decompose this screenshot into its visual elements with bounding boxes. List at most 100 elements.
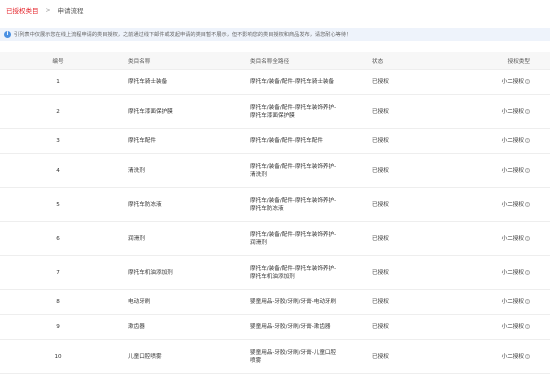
row-category-path: 摩托车/装备/配件-摩托车装饰养护- 摩托车机油添加剂 bbox=[250, 265, 360, 281]
row-category-path-line: 润滑剂 bbox=[250, 239, 267, 246]
row-auth-type-label: 小二授权 bbox=[501, 167, 524, 174]
table-row: 6 润滑剂 摩托车/装备/配件-摩托车装饰养护- 润滑剂 已授权 小二授权? bbox=[0, 222, 550, 256]
header-auth-type: 授权类型 bbox=[507, 58, 530, 65]
row-category-name: 润滑剂 bbox=[128, 235, 145, 242]
row-auth-type-label: 小二授权 bbox=[501, 201, 524, 208]
row-category-name: 摩托车机油添加剂 bbox=[128, 269, 173, 276]
row-category-name: 儿童口腔喷雾 bbox=[128, 353, 162, 360]
row-category-path-line: 摩托车防冻液 bbox=[250, 205, 284, 212]
row-auth-type-label: 小二授权 bbox=[501, 353, 524, 360]
row-category-name: 电动牙刷 bbox=[128, 299, 151, 305]
row-auth-type: 小二授权? bbox=[502, 201, 530, 209]
row-auth-type-label: 小二授权 bbox=[501, 235, 524, 242]
row-auth-type: 小二授权? bbox=[502, 353, 530, 361]
row-status: 已授权 bbox=[372, 299, 389, 305]
row-auth-type: 小二授权? bbox=[502, 167, 530, 175]
row-index: 8 bbox=[56, 299, 60, 305]
row-status: 已授权 bbox=[372, 235, 389, 242]
row-status: 已授权 bbox=[372, 324, 389, 330]
row-auth-type-label: 小二授权 bbox=[501, 299, 524, 305]
table-row: 10 儿童口腔喷雾 婴童用品-牙胶/牙刷/牙膏-儿童口腔 喷雾 已授权 小二授权? bbox=[0, 340, 550, 374]
row-status: 已授权 bbox=[372, 353, 389, 360]
row-category-path-line: 喷雾 bbox=[250, 357, 262, 364]
row-status: 已授权 bbox=[372, 138, 389, 144]
row-category-name: 漱齿器 bbox=[128, 324, 145, 330]
help-icon[interactable]: ? bbox=[525, 269, 530, 275]
row-auth-type: 小二授权? bbox=[502, 78, 530, 86]
help-icon[interactable]: ? bbox=[525, 167, 530, 173]
row-auth-type: 小二授权? bbox=[502, 269, 530, 277]
row-auth-type-label: 小二授权 bbox=[501, 269, 524, 276]
row-index: 4 bbox=[56, 167, 60, 174]
row-index: 7 bbox=[56, 269, 60, 276]
help-icon[interactable]: ? bbox=[525, 138, 530, 143]
row-auth-type: 小二授权? bbox=[502, 298, 530, 306]
row-status: 已授权 bbox=[372, 167, 389, 174]
row-auth-type: 小二授权? bbox=[502, 235, 530, 243]
row-category-path: 摩托车/装备/配件-摩托车装饰养护- 摩托车防冻液 bbox=[250, 197, 360, 213]
row-auth-type: 小二授权? bbox=[502, 323, 530, 331]
info-icon: i bbox=[4, 31, 11, 38]
table-row: 4 清洗剂 摩托车/装备/配件-摩托车装饰养护- 清洗剂 已授权 小二授权? bbox=[0, 154, 550, 188]
row-category-path-line: 摩托车/装备/配件-摩托车装饰养护- bbox=[250, 163, 337, 170]
row-index: 2 bbox=[56, 108, 60, 115]
breadcrumb-current: 申请流程 bbox=[57, 7, 84, 15]
help-icon[interactable]: ? bbox=[525, 324, 530, 329]
row-auth-type-label: 小二授权 bbox=[501, 138, 524, 144]
table-row: 8 电动牙刷 婴童用品-牙胶/牙刷/牙膏-电动牙刷 已授权 小二授权? bbox=[0, 290, 550, 315]
breadcrumb-separator: > bbox=[45, 6, 51, 14]
help-icon[interactable]: ? bbox=[525, 201, 530, 207]
row-category-name: 摩托车骑士装备 bbox=[128, 79, 168, 85]
table-row: 7 摩托车机油添加剂 摩托车/装备/配件-摩托车装饰养护- 摩托车机油添加剂 已授权 小二… bbox=[0, 256, 550, 290]
row-index: 9 bbox=[56, 324, 60, 330]
row-auth-type: 小二授权? bbox=[502, 108, 530, 116]
row-category-path-line: 摩托车/装备/配件-摩托车装饰养护- bbox=[250, 197, 337, 204]
notice-text: 引列表中仅展示您在线上流程申请的类目授权，之前通过线下邮件或发起申请的类目暂不展… bbox=[14, 32, 352, 38]
row-auth-type: 小二授权? bbox=[502, 137, 530, 145]
row-category-path-line: 摩托车漆面保护膜 bbox=[250, 112, 295, 119]
table-row: 9 漱齿器 婴童用品-牙胶/牙刷/牙膏-漱齿器 已授权 小二授权? bbox=[0, 315, 550, 340]
table-row: 2 摩托车漆面保护膜 摩托车/装备/配件-摩托车装饰养护- 摩托车漆面保护膜 已授权 小二… bbox=[0, 95, 550, 129]
row-category-name: 摩托车防冻液 bbox=[128, 201, 162, 208]
table-row: 5 摩托车防冻液 摩托车/装备/配件-摩托车装饰养护- 摩托车防冻液 已授权 小二授权? bbox=[0, 188, 550, 222]
row-category-path-line: 婴童用品-牙胶/牙刷/牙膏-电动牙刷 bbox=[250, 299, 337, 305]
table-row: 3 摩托车配件 摩托车/装备/配件-摩托车配件 已授权 小二授权? bbox=[0, 129, 550, 154]
row-status: 已授权 bbox=[372, 269, 389, 276]
help-icon[interactable]: ? bbox=[525, 353, 530, 359]
row-auth-type-label: 小二授权 bbox=[501, 79, 524, 85]
row-category-path: 摩托车/装备/配件-摩托车骑士装备 bbox=[250, 78, 360, 86]
row-category-path-line: 摩托车/装备/配件-摩托车装饰养护- bbox=[250, 104, 337, 111]
row-category-path: 摩托车/装备/配件-摩托车装饰养护- 润滑剂 bbox=[250, 231, 360, 247]
row-category-path-line: 摩托车/装备/配件-摩托车骑士装备 bbox=[250, 79, 335, 85]
row-category-path-line: 清洗剂 bbox=[250, 171, 267, 178]
row-category-path-line: 摩托车/装备/配件-摩托车装饰养护- bbox=[250, 265, 337, 272]
row-index: 1 bbox=[56, 79, 60, 85]
header-status: 状态 bbox=[372, 58, 384, 65]
row-index: 6 bbox=[56, 235, 60, 242]
help-icon[interactable]: ? bbox=[525, 235, 530, 241]
row-category-path-line: 摩托车/装备/配件-摩托车装饰养护- bbox=[250, 231, 337, 238]
row-index: 3 bbox=[56, 138, 60, 144]
header-category-path: 类目名称全路径 bbox=[250, 58, 290, 65]
row-category-path: 婴童用品-牙胶/牙刷/牙膏-电动牙刷 bbox=[250, 298, 360, 306]
header-category-name: 类目名称 bbox=[128, 58, 151, 65]
header-index: 编号 bbox=[52, 58, 64, 65]
row-status: 已授权 bbox=[372, 108, 389, 115]
breadcrumb: 已授权类目 > 申请流程 bbox=[6, 4, 84, 16]
row-category-path-line: 摩托车机油添加剂 bbox=[250, 273, 295, 280]
row-category-path: 摩托车/装备/配件-摩托车配件 bbox=[250, 137, 360, 145]
row-category-path-line: 摩托车/装备/配件-摩托车配件 bbox=[250, 138, 323, 144]
table-row: 1 摩托车骑士装备 摩托车/装备/配件-摩托车骑士装备 已授权 小二授权? bbox=[0, 70, 550, 95]
notice-bar: i 引列表中仅展示您在线上流程申请的类目授权，之前通过线下邮件或发起申请的类目暂… bbox=[0, 28, 550, 41]
help-icon[interactable]: ? bbox=[525, 299, 530, 304]
row-category-path-line: 婴童用品-牙胶/牙刷/牙膏-儿童口腔 bbox=[250, 349, 337, 356]
table-body: 1 摩托车骑士装备 摩托车/装备/配件-摩托车骑士装备 已授权 小二授权? 2 摩托车漆面保… bbox=[0, 70, 550, 374]
row-status: 已授权 bbox=[372, 201, 389, 208]
row-auth-type-label: 小二授权 bbox=[501, 324, 524, 330]
row-category-name: 清洗剂 bbox=[128, 167, 145, 174]
breadcrumb-authorized-categories-link[interactable]: 已授权类目 bbox=[6, 5, 39, 15]
help-icon[interactable]: ? bbox=[525, 79, 530, 84]
authorization-table: 编号 类目名称 类目名称全路径 状态 授权类型 1 摩托车骑士装备 摩托车/装备/配… bbox=[0, 52, 550, 374]
help-icon[interactable]: ? bbox=[525, 108, 530, 114]
row-category-path-line: 婴童用品-牙胶/牙刷/牙膏-漱齿器 bbox=[250, 324, 331, 330]
